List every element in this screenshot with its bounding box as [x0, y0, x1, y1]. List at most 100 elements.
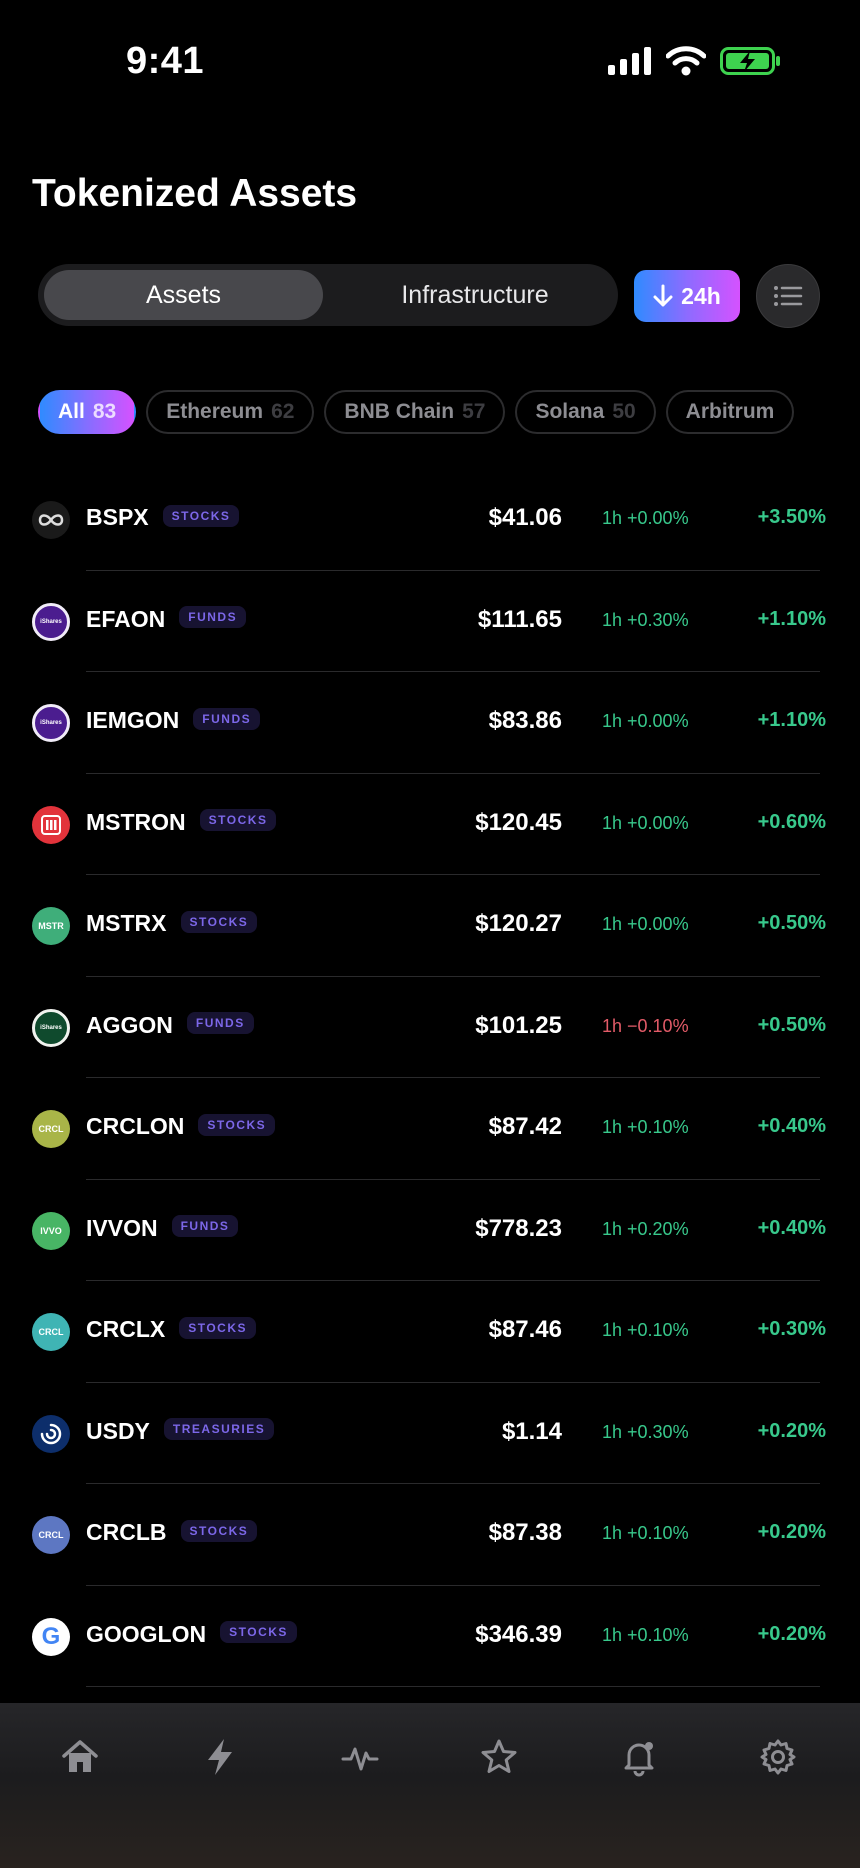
asset-1h-change: 1h +0.00%	[602, 812, 689, 833]
asset-logo	[32, 501, 70, 539]
asset-logo: iShares	[32, 602, 70, 641]
list-icon	[774, 286, 803, 306]
asset-row[interactable]: iShares AGGON FUNDS $101.25 1h −0.10% +0.…	[0, 977, 860, 1079]
cellular-signal-icon	[608, 47, 651, 75]
asset-1h-change: 1h +0.10%	[602, 1117, 689, 1137]
microstrategy-logo-icon	[41, 814, 61, 835]
asset-row[interactable]: iShares EFAON FUNDS $111.65 1h +0.30% +1.…	[0, 571, 860, 673]
asset-1h-change: 1h +0.10%	[602, 1320, 689, 1340]
status-time: 9:41	[126, 40, 205, 82]
asset-24h-change: +0.20%	[757, 1622, 826, 1645]
asset-row[interactable]: IVVO IVVON FUNDS $778.23 1h +0.20% +0.40%	[0, 1180, 860, 1282]
tab-favorites[interactable]	[475, 1733, 523, 1781]
chip-count: 57	[462, 400, 486, 423]
chip-ethereum[interactable]: Ethereum 62	[146, 390, 315, 434]
asset-symbol: MSTRX STOCKS	[86, 910, 258, 937]
chip-label: Arbitrum	[685, 400, 775, 423]
chip-arbitrum[interactable]: Arbitrum	[665, 390, 795, 434]
asset-symbol: USDY TREASURIES	[86, 1418, 275, 1445]
asset-row[interactable]: MSTRON STOCKS $120.45 1h +0.00% +0.60%	[0, 774, 860, 876]
activity-icon	[341, 1747, 379, 1771]
tab-notifications[interactable]	[615, 1733, 663, 1781]
asset-logo: G	[32, 1617, 70, 1656]
gear-icon	[760, 1739, 796, 1775]
asset-price: $120.27	[475, 910, 562, 937]
asset-row[interactable]: G GOOGLON STOCKS $346.39 1h +0.10% +0.20%	[0, 1586, 860, 1688]
timeframe-sort-button[interactable]: 24h	[634, 270, 740, 322]
tab-settings[interactable]	[754, 1733, 802, 1781]
asset-row[interactable]: MSTR MSTRX STOCKS $120.27 1h +0.00% +0.50…	[0, 875, 860, 977]
infinity-icon	[38, 514, 64, 526]
asset-category-badge: STOCKS	[162, 504, 240, 527]
asset-symbol-text: GOOGLON	[86, 1620, 207, 1647]
tab-activity[interactable]	[336, 1733, 384, 1781]
wifi-icon	[666, 46, 706, 76]
asset-row[interactable]: BSPX STOCKS $41.06 1h +0.00% +3.50%	[0, 469, 860, 571]
tab-assets[interactable]: Assets	[44, 270, 323, 320]
asset-row[interactable]: CRCL CRCLON STOCKS $87.42 1h +0.10% +0.40…	[0, 1078, 860, 1180]
asset-row[interactable]: CRCL CRCLX STOCKS $87.46 1h +0.10% +0.30%	[0, 1281, 860, 1383]
asset-1h-change: 1h +0.10%	[602, 1624, 689, 1645]
asset-symbol: EFAON FUNDS	[86, 606, 247, 633]
asset-symbol-text: CRCLON	[86, 1113, 185, 1139]
asset-1h-change: 1h +0.00%	[602, 711, 689, 731]
asset-row[interactable]: CRCL CRCLB STOCKS $87.38 1h +0.10% +0.20%	[0, 1484, 860, 1586]
bell-icon	[624, 1742, 654, 1777]
asset-symbol-text: MSTRX	[86, 910, 167, 936]
home-icon	[62, 1740, 98, 1772]
chain-filter-chips: All 83 Ethereum 62 BNB Chain 57 Solana 50 Arbitr…	[38, 390, 822, 438]
asset-symbol-text: BSPX	[86, 504, 149, 530]
tab-lightning[interactable]	[196, 1733, 244, 1781]
asset-category-badge: STOCKS	[179, 1316, 257, 1339]
asset-row[interactable]: USDY TREASURIES $1.14 1h +0.30% +0.20%	[0, 1383, 860, 1485]
asset-logo	[32, 805, 70, 844]
asset-1h-change: 1h −0.10%	[602, 1015, 689, 1036]
arrow-down-icon	[653, 284, 673, 307]
asset-symbol-text: AGGON	[86, 1011, 173, 1038]
tab-infrastructure[interactable]: Infrastructure	[338, 270, 612, 320]
lightning-icon	[208, 1739, 232, 1775]
star-icon	[481, 1739, 517, 1773]
asset-symbol-text: MSTRON	[86, 808, 186, 835]
chip-all[interactable]: All 83	[38, 390, 137, 434]
chip-count: 83	[92, 400, 117, 423]
asset-symbol: BSPX STOCKS	[86, 504, 240, 531]
asset-list: BSPX STOCKS $41.06 1h +0.00% +3.50% iShar…	[0, 469, 860, 1687]
asset-24h-change: +0.40%	[757, 1216, 826, 1239]
asset-1h-change: 1h +0.30%	[602, 1421, 689, 1442]
chip-label: Solana	[535, 400, 605, 423]
tab-home[interactable]	[56, 1733, 104, 1781]
chip-bnb-chain[interactable]: BNB Chain 57	[324, 390, 506, 434]
asset-logo	[32, 1414, 70, 1453]
asset-category-badge: FUNDS	[179, 606, 247, 629]
asset-24h-change: +0.50%	[757, 912, 826, 934]
asset-24h-change: +0.20%	[757, 1521, 826, 1543]
asset-symbol: AGGON FUNDS	[86, 1012, 254, 1039]
battery-charging-icon	[720, 47, 780, 75]
asset-row[interactable]: iShares IEMGON FUNDS $83.86 1h +0.00% +1.…	[0, 672, 860, 774]
asset-price: $346.39	[475, 1620, 562, 1648]
asset-category-badge: STOCKS	[198, 1113, 276, 1136]
asset-category-badge: FUNDS	[171, 1215, 239, 1238]
bottom-tab-bar	[0, 1703, 860, 1868]
chip-solana[interactable]: Solana 50	[515, 390, 656, 434]
asset-1h-change: 1h +0.00%	[602, 508, 689, 528]
chip-label: BNB Chain	[344, 400, 455, 423]
asset-category-badge: STOCKS	[180, 1519, 258, 1542]
asset-category-badge: FUNDS	[186, 1012, 254, 1035]
asset-price: $120.45	[475, 808, 562, 836]
status-icons	[608, 46, 782, 76]
asset-category-badge: TREASURIES	[163, 1418, 275, 1441]
list-view-button[interactable]	[756, 264, 820, 328]
asset-24h-change: +0.40%	[757, 1115, 826, 1137]
asset-price: $101.25	[475, 1011, 562, 1039]
asset-category-badge: FUNDS	[193, 707, 261, 730]
asset-price: $87.38	[488, 1519, 562, 1546]
asset-1h-change: 1h +0.20%	[602, 1218, 689, 1239]
asset-symbol-text: CRCLX	[86, 1316, 166, 1342]
asset-1h-change: 1h +0.00%	[602, 914, 689, 934]
asset-logo: CRCL	[32, 1516, 70, 1554]
asset-price: $41.06	[488, 504, 562, 531]
asset-logo: iShares	[32, 704, 70, 742]
asset-symbol: MSTRON STOCKS	[86, 808, 277, 836]
